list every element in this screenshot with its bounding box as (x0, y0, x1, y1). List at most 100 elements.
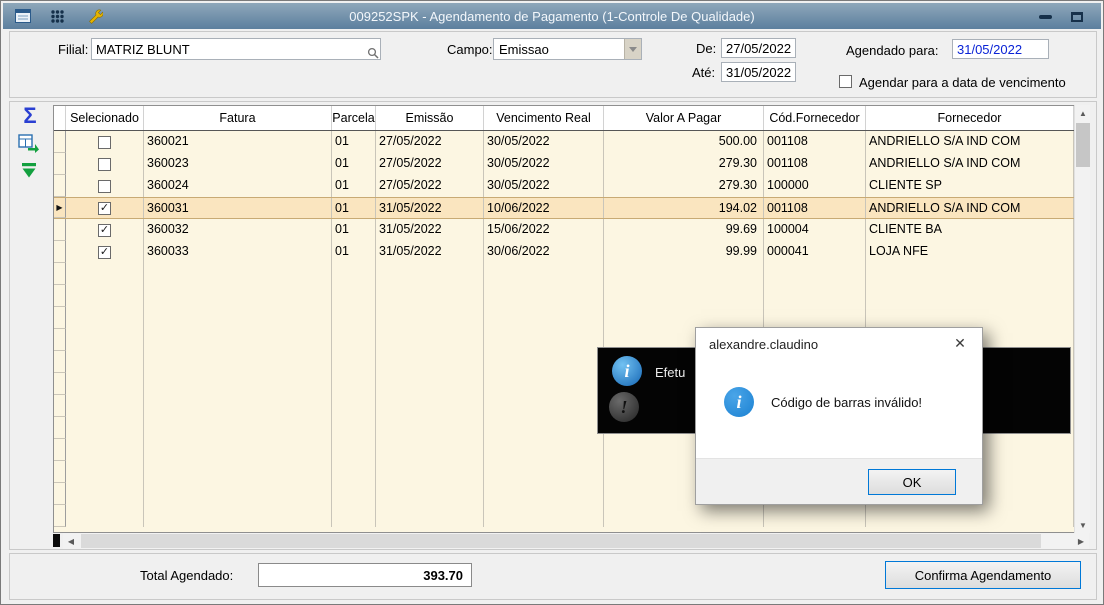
row-checkbox-checked[interactable]: ✓ (98, 245, 111, 259)
cell-parcela[interactable]: 01 (332, 131, 376, 153)
col-header-fornecedor[interactable]: Fornecedor (866, 106, 1074, 130)
cell-emissao[interactable]: 27/05/2022 (376, 175, 484, 197)
cell-selecionado[interactable]: ✓ (66, 241, 144, 263)
minimize-button[interactable] (1033, 8, 1057, 25)
cell-fatura[interactable]: 360024 (144, 175, 332, 197)
col-header-cod-fornecedor[interactable]: Cód.Fornecedor (764, 106, 866, 130)
cell-valor[interactable]: 279.30 (604, 153, 764, 175)
horizontal-scrollbar-thumb[interactable] (81, 534, 1041, 548)
campo-dropdown-button[interactable] (624, 39, 641, 59)
table-row[interactable]: ✓ 360033 01 31/05/2022 30/06/2022 99.99 000041… (54, 241, 1074, 263)
scroll-up-icon[interactable]: ▲ (1075, 105, 1091, 121)
cell-fatura (144, 417, 332, 439)
row-marker (54, 153, 66, 175)
cell-emissao[interactable]: 31/05/2022 (376, 198, 484, 218)
cell-cod[interactable]: 000041 (764, 241, 866, 263)
cell-selecionado[interactable] (66, 153, 144, 175)
table-row[interactable]: 360024 01 27/05/2022 30/05/2022 279.30 100000… (54, 175, 1074, 197)
cell-selecionado[interactable]: ✓ (66, 219, 144, 241)
cell-fatura[interactable]: 360031 (144, 198, 332, 218)
grid-header: Selecionado Fatura Parcela Emissão Venci… (54, 106, 1074, 131)
cell-emissao[interactable]: 31/05/2022 (376, 241, 484, 263)
col-header-valor-a-pagar[interactable]: Valor A Pagar (604, 106, 764, 130)
cell-valor[interactable]: 99.99 (604, 241, 764, 263)
filial-input[interactable] (91, 38, 381, 60)
table-row[interactable]: ▶ ✓ 360031 01 31/05/2022 10/06/2022 194.02 0011… (54, 197, 1074, 219)
filial-label: Filial: (58, 42, 89, 57)
row-checkbox-checked[interactable]: ✓ (98, 223, 111, 237)
cell-vencimento[interactable]: 15/06/2022 (484, 219, 604, 241)
cell-selecionado[interactable]: ✓ (66, 198, 144, 218)
col-header-vencimento-real[interactable]: Vencimento Real (484, 106, 604, 130)
row-checkbox[interactable] (98, 135, 111, 149)
cell-cod[interactable]: 001108 (764, 198, 866, 218)
cell-fornecedor[interactable]: ANDRIELLO S/A IND COM (866, 198, 1074, 218)
sum-icon[interactable]: Σ (17, 103, 43, 129)
horizontal-scrollbar[interactable]: ◀ ▶ (63, 533, 1089, 549)
cell-fornecedor[interactable]: CLIENTE BA (866, 219, 1074, 241)
go-to-end-icon[interactable] (18, 159, 40, 181)
cell-vencimento[interactable]: 30/05/2022 (484, 153, 604, 175)
row-checkbox[interactable] (98, 157, 111, 171)
row-checkbox-checked[interactable]: ✓ (98, 201, 111, 215)
table-row[interactable]: ✓ 360032 01 31/05/2022 15/06/2022 99.69 100004… (54, 219, 1074, 241)
row-checkbox[interactable] (98, 179, 111, 193)
close-icon[interactable]: ✕ (946, 332, 974, 354)
ok-button[interactable]: OK (868, 469, 956, 495)
search-icon[interactable] (367, 46, 379, 59)
cell-vencimento (484, 461, 604, 483)
cell-fornecedor[interactable]: ANDRIELLO S/A IND COM (866, 131, 1074, 153)
cell-parcela[interactable]: 01 (332, 175, 376, 197)
cell-cod[interactable]: 100000 (764, 175, 866, 197)
cell-vencimento[interactable]: 30/06/2022 (484, 241, 604, 263)
col-header-marker (54, 106, 66, 130)
cell-cod[interactable]: 100004 (764, 219, 866, 241)
cell-parcela[interactable]: 01 (332, 219, 376, 241)
scroll-right-icon[interactable]: ▶ (1073, 533, 1089, 549)
ate-date-input[interactable] (721, 62, 796, 82)
cell-emissao[interactable]: 27/05/2022 (376, 131, 484, 153)
cell-cod[interactable]: 001108 (764, 153, 866, 175)
export-grid-icon[interactable] (16, 132, 42, 156)
cell-selecionado[interactable] (66, 175, 144, 197)
col-header-fatura[interactable]: Fatura (144, 106, 332, 130)
scroll-down-icon[interactable]: ▼ (1075, 517, 1091, 533)
col-header-selecionado[interactable]: Selecionado (66, 106, 144, 130)
campo-select[interactable]: Emissao (493, 38, 642, 60)
col-header-emissao[interactable]: Emissão (376, 106, 484, 130)
cell-vencimento[interactable]: 30/05/2022 (484, 175, 604, 197)
table-row[interactable]: 360023 01 27/05/2022 30/05/2022 279.30 001108… (54, 153, 1074, 175)
cell-parcela[interactable]: 01 (332, 198, 376, 218)
cell-fatura[interactable]: 360021 (144, 131, 332, 153)
cell-vencimento[interactable]: 10/06/2022 (484, 198, 604, 218)
cell-emissao[interactable]: 27/05/2022 (376, 153, 484, 175)
cell-cod[interactable]: 001108 (764, 131, 866, 153)
scroll-left-icon[interactable]: ◀ (63, 533, 79, 549)
agendado-para-date-input[interactable] (952, 39, 1049, 59)
cell-parcela[interactable]: 01 (332, 153, 376, 175)
cell-vencimento[interactable]: 30/05/2022 (484, 131, 604, 153)
confirma-agendamento-button[interactable]: Confirma Agendamento (885, 561, 1081, 589)
de-date-input[interactable] (721, 38, 796, 58)
vertical-scrollbar[interactable]: ▲ ▼ (1074, 105, 1090, 533)
vertical-scrollbar-thumb[interactable] (1076, 123, 1090, 167)
cell-selecionado[interactable] (66, 131, 144, 153)
cell-valor[interactable]: 279.30 (604, 175, 764, 197)
cell-fornecedor[interactable]: CLIENTE SP (866, 175, 1074, 197)
cell-fatura[interactable]: 360023 (144, 153, 332, 175)
maximize-button[interactable] (1065, 8, 1089, 25)
cell-fornecedor[interactable]: ANDRIELLO S/A IND COM (866, 153, 1074, 175)
cell-selecionado (66, 395, 144, 417)
cell-emissao[interactable]: 31/05/2022 (376, 219, 484, 241)
cell-parcela[interactable]: 01 (332, 241, 376, 263)
cell-valor[interactable]: 99.69 (604, 219, 764, 241)
cell-valor[interactable]: 500.00 (604, 131, 764, 153)
agendar-vencimento-checkbox[interactable] (839, 75, 852, 88)
grid-split-handle[interactable] (53, 534, 60, 547)
col-header-parcela[interactable]: Parcela (332, 106, 376, 130)
cell-fatura[interactable]: 360032 (144, 219, 332, 241)
cell-fatura[interactable]: 360033 (144, 241, 332, 263)
table-row[interactable]: 360021 01 27/05/2022 30/05/2022 500.00 001108… (54, 131, 1074, 153)
cell-fornecedor[interactable]: LOJA NFE (866, 241, 1074, 263)
cell-valor[interactable]: 194.02 (604, 198, 764, 218)
